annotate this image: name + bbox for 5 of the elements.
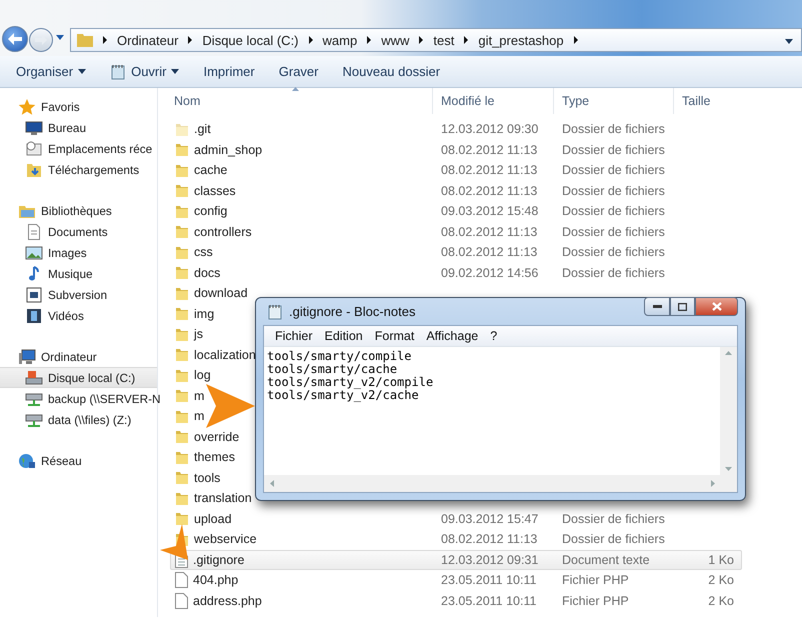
text-line: tools/smarty_v2/compile bbox=[267, 376, 434, 389]
text-line: tools/smarty/compile bbox=[267, 350, 412, 363]
window-title: .gitignore - Bloc-notes bbox=[289, 304, 416, 319]
text-line: tools/smarty_v2/cache bbox=[267, 389, 419, 402]
text-line: tools/smarty/cache bbox=[267, 363, 398, 376]
